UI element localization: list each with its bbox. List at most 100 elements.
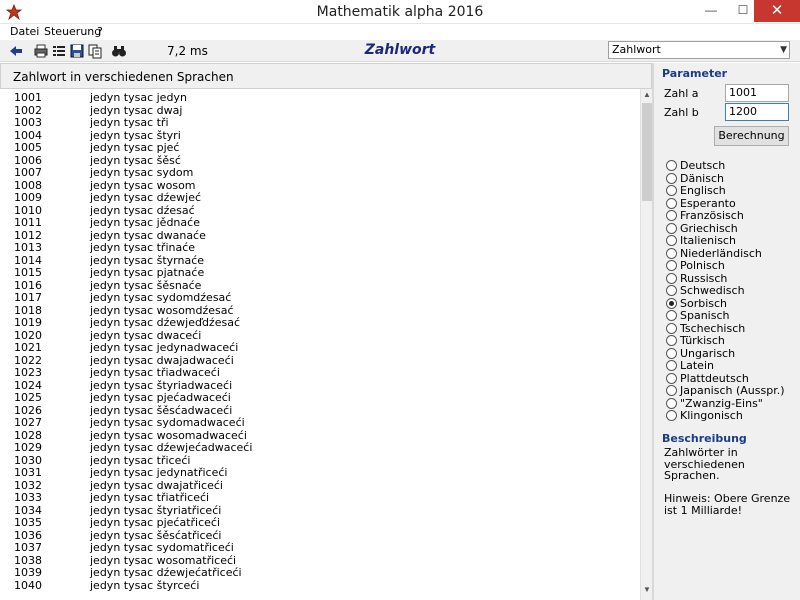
back-icon[interactable] (8, 43, 24, 59)
save-icon[interactable] (69, 43, 85, 59)
radio-unchecked-icon[interactable] (666, 272, 677, 284)
list-item: 1007 jedyn tysac sydom (0, 166, 640, 179)
radio-unchecked-icon[interactable] (666, 185, 677, 196)
menu-help[interactable]: ? (97, 25, 103, 38)
radio-unchecked-icon[interactable] (666, 172, 677, 184)
radio-unchecked-icon[interactable] (666, 197, 677, 209)
language-radio[interactable]: Griechisch (666, 222, 796, 235)
radio-unchecked-icon[interactable] (666, 372, 677, 384)
list-item: 1011 jedyn tysac jědnaće (0, 216, 640, 229)
language-radio[interactable]: Polnisch (666, 259, 796, 272)
list-item-number: 1008 (14, 178, 42, 192)
list-item: 1018 jedyn tysac wosomdźesać (0, 304, 640, 317)
radio-checked-icon[interactable] (666, 297, 677, 309)
language-radio[interactable]: Niederländisch (666, 247, 796, 260)
language-radio[interactable]: Tschechisch (666, 322, 796, 335)
chevron-down-icon[interactable]: ▼ (780, 42, 787, 58)
list-item-number: 1011 (14, 216, 42, 229)
list-item-number: 1014 (14, 253, 42, 267)
list-item-word: jedyn tysac dwajadwaceći (90, 353, 234, 367)
list-item-word: jedyn tysac jědnaće (90, 216, 200, 229)
list-item-word: jedyn tysac pjećadwaceći (90, 391, 231, 404)
radio-unchecked-icon[interactable] (666, 410, 677, 421)
list-item-number: 1010 (14, 203, 42, 217)
menu-steuerung[interactable]: Steuerung (44, 25, 101, 38)
mode-select[interactable]: Zahlwort ▼ (608, 41, 790, 59)
list-item: 1031 jedyn tysac jedynatřiceći (0, 466, 640, 479)
zahl-a-input[interactable]: 1001 (725, 84, 789, 102)
close-button[interactable]: ✕ (754, 0, 800, 22)
language-radio[interactable]: Schwedisch (666, 284, 796, 297)
scroll-thumb[interactable] (642, 103, 652, 201)
language-radio[interactable]: "Zwanzig-Eins" (666, 396, 796, 410)
berechnung-button[interactable]: Berechnung (714, 126, 789, 146)
radio-unchecked-icon[interactable] (666, 160, 677, 171)
language-radio[interactable]: Französisch (666, 209, 796, 222)
menu-datei[interactable]: Datei (10, 25, 39, 38)
list-item: 1012 jedyn tysac dwanaće (0, 229, 640, 242)
list-item-word: jedyn tysac pjeć (90, 141, 180, 154)
list-item: 1036 jedyn tysac šěsćatřiceći (0, 529, 640, 542)
radio-unchecked-icon[interactable] (666, 347, 677, 359)
language-radio[interactable]: Plattdeutsch (666, 372, 796, 385)
list-item-number: 1024 (14, 378, 42, 392)
list-item-word: jedyn tysac štyri (90, 128, 181, 142)
radio-unchecked-icon[interactable] (666, 260, 677, 271)
language-radio[interactable]: Japanisch (Ausspr.) (666, 384, 796, 397)
list-item-number: 1015 (14, 266, 42, 279)
language-radio[interactable]: Russisch (666, 272, 796, 285)
language-radio[interactable]: Türkisch (666, 334, 796, 347)
list-item-word: jedyn tysac dwaj (90, 103, 183, 117)
copy-icon[interactable] (87, 43, 103, 59)
radio-unchecked-icon[interactable] (666, 210, 677, 221)
language-radio[interactable]: Ungarisch (666, 347, 796, 360)
list-item-number: 1025 (14, 391, 42, 404)
timing-label: 7,2 ms (167, 44, 208, 58)
radio-unchecked-icon[interactable] (666, 310, 677, 321)
language-radio[interactable]: Englisch (666, 184, 796, 197)
vertical-scrollbar[interactable]: ▲ ▼ (640, 89, 652, 600)
binoculars-icon[interactable] (111, 43, 127, 59)
language-radio-label: Klingonisch (680, 409, 743, 422)
list-item-number: 1037 (14, 541, 42, 554)
list-item-number: 1023 (14, 366, 42, 379)
list-item-word: jedyn tysac štyrceći (90, 578, 200, 592)
radio-unchecked-icon[interactable] (666, 385, 677, 396)
radio-unchecked-icon[interactable] (666, 397, 677, 409)
radio-unchecked-icon[interactable] (666, 222, 677, 234)
zahl-b-input[interactable]: 1200 (725, 103, 789, 121)
minimize-button[interactable]: — (696, 0, 726, 22)
language-radio[interactable]: Deutsch (666, 159, 796, 172)
language-radio[interactable]: Sorbisch (666, 297, 796, 310)
radio-unchecked-icon[interactable] (666, 247, 677, 259)
list-item-word: jedyn tysac pjećatřiceći (90, 516, 221, 529)
list-icon[interactable] (51, 43, 67, 59)
list-item-number: 1026 (14, 403, 42, 417)
language-radio[interactable]: Klingonisch (666, 409, 796, 422)
list-item-word: jedyn tysac sydom (90, 166, 194, 179)
radio-unchecked-icon[interactable] (666, 335, 677, 346)
radio-unchecked-icon[interactable] (666, 322, 677, 334)
radio-unchecked-icon[interactable] (666, 360, 677, 371)
result-list[interactable]: 1001 jedyn tysac jedyn 1002 jedyn tysac dwa… (0, 89, 640, 600)
list-item-word: jedyn tysac sydomadwaceći (90, 416, 245, 429)
list-item-word: jedyn tysac třinaće (90, 241, 196, 254)
list-item-word: jedyn tysac dźesać (90, 203, 195, 217)
radio-unchecked-icon[interactable] (666, 285, 677, 296)
list-item-word: jedyn tysac dwanaće (90, 228, 206, 242)
language-radio[interactable]: Esperanto (666, 197, 796, 210)
language-radio[interactable]: Latein (666, 359, 796, 372)
language-radio[interactable]: Dänisch (666, 172, 796, 185)
list-item: 1034 jedyn tysac štyriatřiceći (0, 504, 640, 517)
radio-unchecked-icon[interactable] (666, 235, 677, 246)
list-item-word: jedyn tysac wosomadwaceći (90, 428, 247, 442)
list-item: 1001 jedyn tysac jedyn (0, 91, 640, 104)
list-item: 1021 jedyn tysac jedynadwaceći (0, 341, 640, 354)
title-bar: Mathematik alpha 2016 — ☐ ✕ (0, 0, 800, 24)
language-radio-label: Italienisch (680, 234, 736, 247)
language-radio[interactable]: Italienisch (666, 234, 796, 247)
list-item-word: jedyn tysac sydomatřiceći (90, 541, 234, 554)
language-radio[interactable]: Spanisch (666, 309, 796, 322)
language-radio-label: "Zwanzig-Eins" (680, 396, 763, 410)
print-icon[interactable] (33, 43, 49, 59)
